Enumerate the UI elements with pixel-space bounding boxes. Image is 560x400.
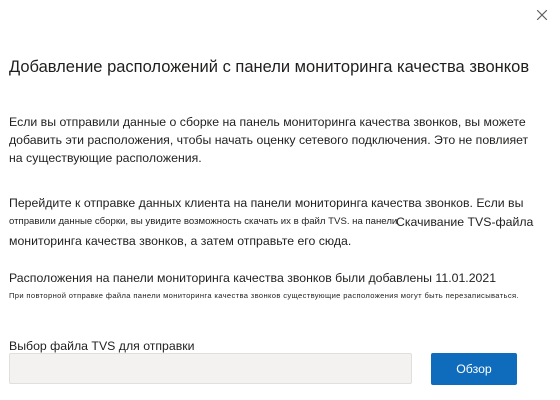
intro-paragraph: Если вы отправили данные о сборке на пан… xyxy=(9,115,529,165)
status-text: Расположения на панели мониторинга качес… xyxy=(9,271,497,285)
browse-button[interactable]: Обзор xyxy=(431,353,517,385)
dialog-title: Добавление расположений с панели монитор… xyxy=(9,58,530,76)
overwrite-warning: При повторной отправке файла панели мони… xyxy=(9,291,519,300)
close-button[interactable] xyxy=(533,6,551,24)
instructions-line-3: мониторинга качества звонков, а затем от… xyxy=(9,234,352,248)
instructions-line-1: Перейдите к отправке данных клиента на п… xyxy=(9,196,524,210)
download-tvs-link[interactable]: Скачивание TVS-файла xyxy=(396,213,533,231)
close-icon[interactable] xyxy=(533,6,551,24)
tvs-file-input[interactable] xyxy=(9,353,412,384)
add-locations-dialog: Добавление расположений с панели монитор… xyxy=(0,0,560,400)
instructions-line-2: отправили данные сборки, вы увидите возм… xyxy=(9,213,549,231)
instructions-small-text: отправили данные сборки, вы увидите возм… xyxy=(9,216,398,227)
